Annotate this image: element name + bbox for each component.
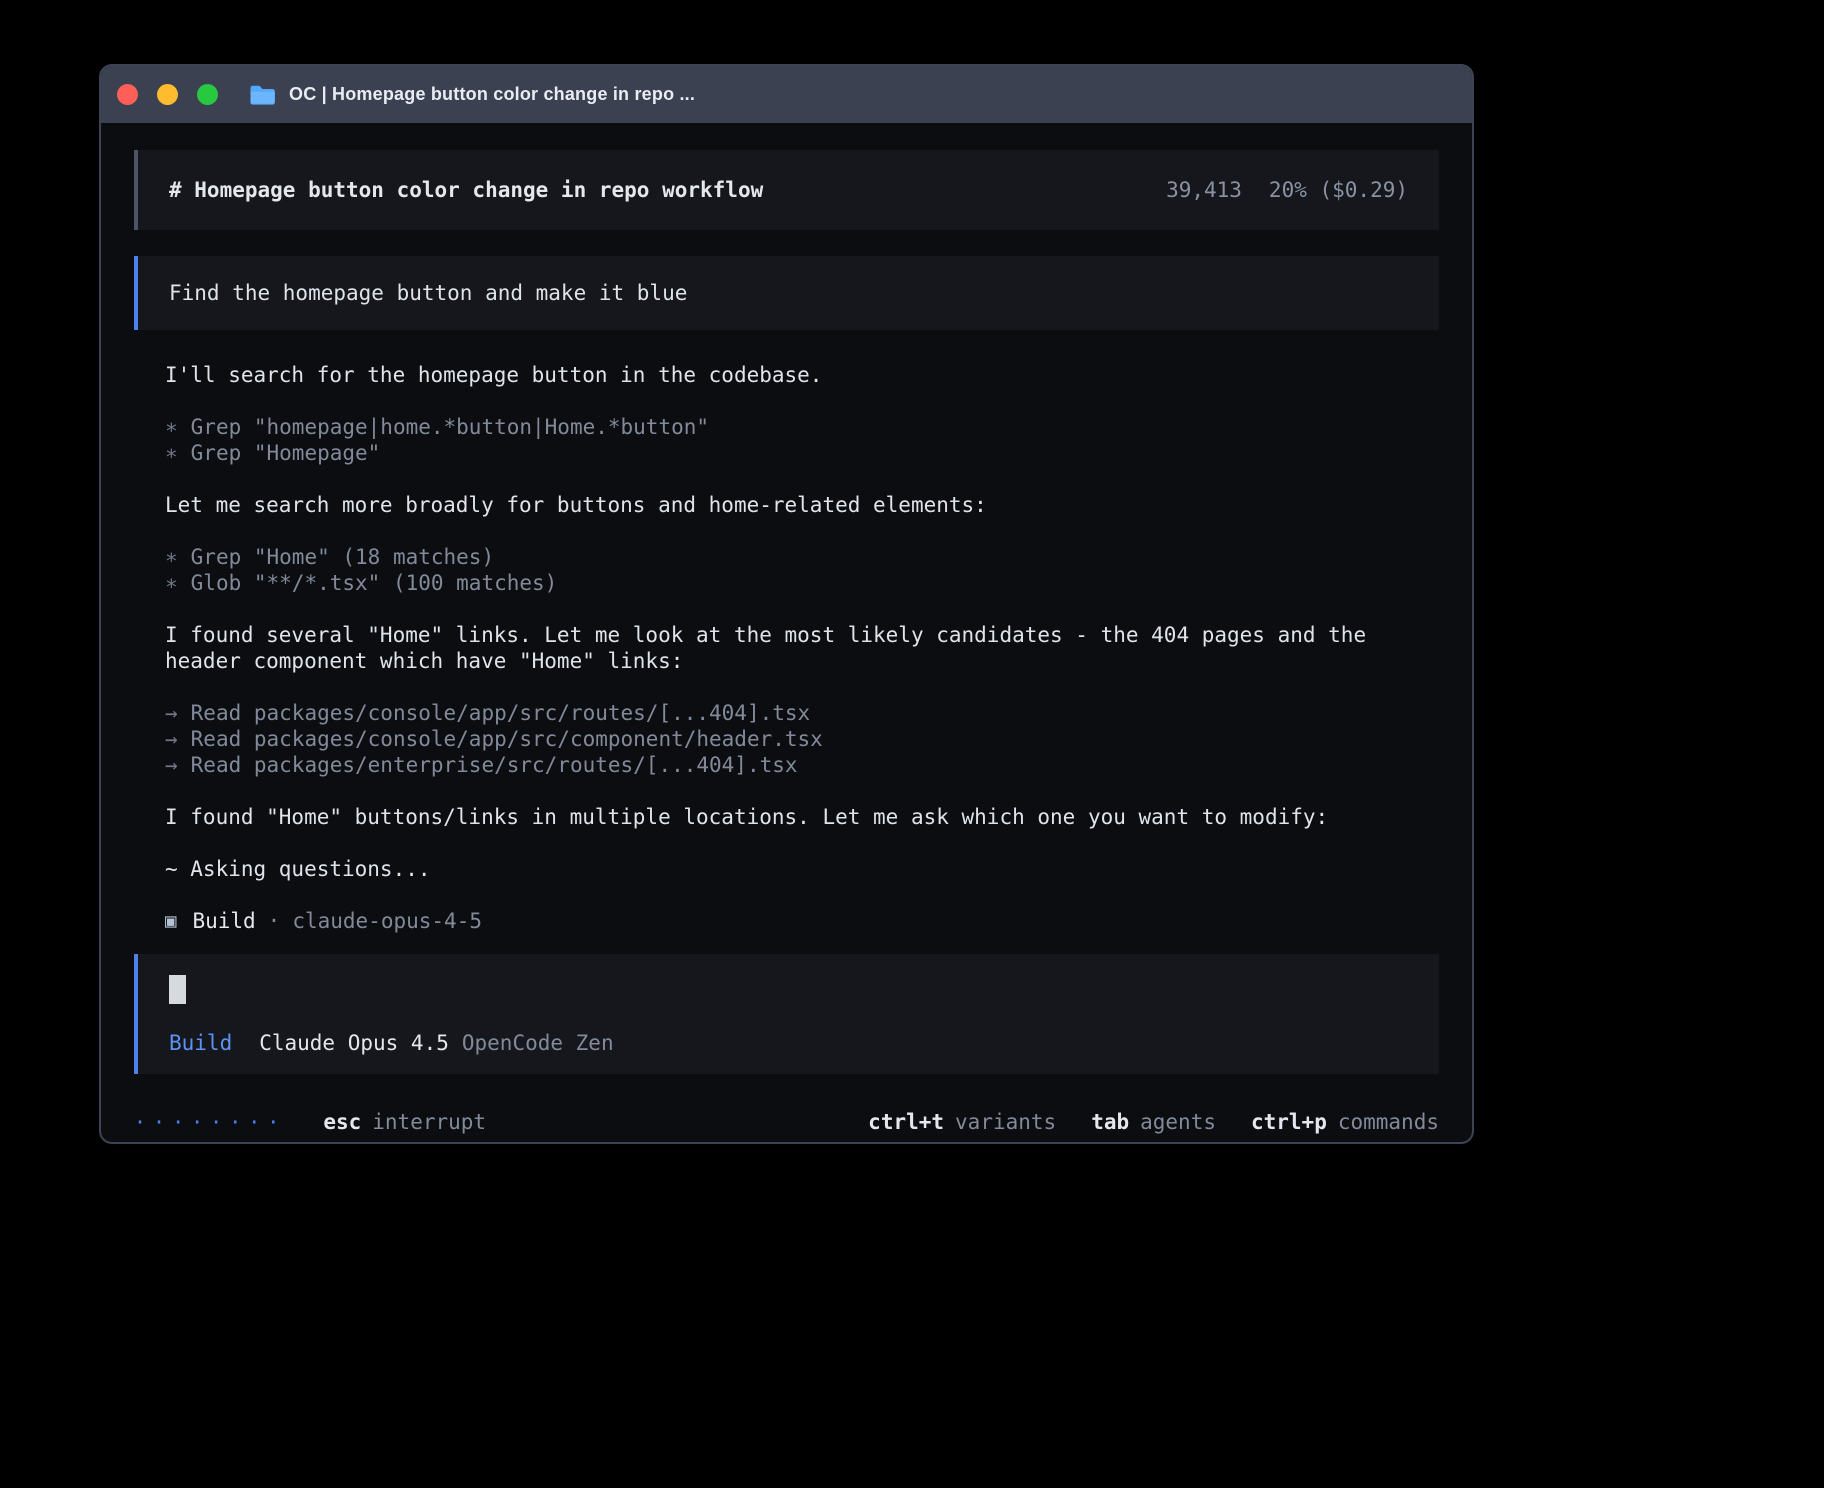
dot-separator: · xyxy=(268,908,281,934)
assistant-text: I'll search for the homepage button in t… xyxy=(165,362,1408,388)
provider-label: OpenCode Zen xyxy=(462,1031,614,1055)
zoom-button[interactable] xyxy=(197,84,218,105)
hint-label-interrupt: interrupt xyxy=(372,1110,486,1134)
user-message-text: Find the homepage button and make it blu… xyxy=(169,281,687,305)
context-usage: 20% ($0.29) xyxy=(1269,178,1408,202)
text-cursor xyxy=(169,975,186,1004)
tool-call-read: → Read packages/console/app/src/routes/[.… xyxy=(165,700,1408,726)
terminal-window: OC | Homepage button color change in rep… xyxy=(99,64,1474,1144)
tool-asterisk-icon: ∗ xyxy=(165,571,178,595)
tool-call-grep: ∗ Grep "Home" (18 matches) xyxy=(165,544,1408,570)
input-status-row: Build Claude Opus 4.5 OpenCode Zen xyxy=(169,1031,1408,1055)
terminal-content: # Homepage button color change in repo w… xyxy=(101,123,1472,1144)
assistant-text: Let me search more broadly for buttons a… xyxy=(165,492,1408,518)
title-bar[interactable]: OC | Homepage button color change in rep… xyxy=(101,66,1472,123)
tool-call-text: Read packages/console/app/src/routes/[..… xyxy=(191,701,811,725)
hint-label-commands: commands xyxy=(1338,1110,1439,1134)
hint-label-variants: variants xyxy=(955,1110,1056,1134)
session-stats: 39,413 20% ($0.29) xyxy=(1166,178,1408,202)
user-message: Find the homepage button and make it blu… xyxy=(134,256,1439,330)
agent-model: claude-opus-4-5 xyxy=(292,908,482,934)
asking-questions-status: ~ Asking questions... xyxy=(165,856,1408,882)
tool-call-text: Read packages/console/app/src/component/… xyxy=(191,727,823,751)
hint-variants: ctrl+t variants xyxy=(868,1110,1056,1134)
status-bar-left: ········ esc interrupt xyxy=(134,1110,486,1134)
tool-asterisk-icon: ∗ xyxy=(165,415,178,439)
conversation: I'll search for the homepage button in t… xyxy=(134,362,1439,934)
tool-call-text: Grep "Homepage" xyxy=(191,441,381,465)
hint-key-ctrl-t: ctrl+t xyxy=(868,1110,944,1134)
tool-asterisk-icon: ∗ xyxy=(165,545,178,569)
close-button[interactable] xyxy=(117,84,138,105)
tool-call-text: Glob "**/*.tsx" (100 matches) xyxy=(191,571,558,595)
traffic-lights xyxy=(117,84,218,105)
hint-agents: tab agents xyxy=(1091,1110,1216,1134)
hint-key-ctrl-p: ctrl+p xyxy=(1251,1110,1327,1134)
tool-call-read: → Read packages/console/app/src/component… xyxy=(165,726,1408,752)
status-bar-right: ctrl+t variants tab agents ctrl+p commands xyxy=(868,1110,1439,1134)
tool-call-group: ∗ Grep "homepage|home.*button|Home.*butto… xyxy=(165,414,1408,466)
assistant-text: I found several "Home" links. Let me loo… xyxy=(165,622,1408,674)
desktop-background: { "window": { "title": "OC | Homepage bu… xyxy=(0,0,1824,1488)
tool-call-text: Grep "Home" (18 matches) xyxy=(191,545,494,569)
hint-key-tab: tab xyxy=(1091,1110,1129,1134)
progress-dots: ········ xyxy=(134,1110,286,1134)
tool-call-grep: ∗ Grep "homepage|home.*button|Home.*butto… xyxy=(165,414,1408,440)
session-header: # Homepage button color change in repo w… xyxy=(134,150,1439,230)
hint-label-agents: agents xyxy=(1140,1110,1216,1134)
model-label[interactable]: Claude Opus 4.5 xyxy=(259,1031,449,1055)
prompt-input[interactable]: Build Claude Opus 4.5 OpenCode Zen xyxy=(134,954,1439,1074)
tool-call-group: ∗ Grep "Home" (18 matches) ∗ Glob "**/*.ts… xyxy=(165,544,1408,596)
arrow-right-icon: → xyxy=(165,727,178,751)
tool-call-text: Grep "homepage|home.*button|Home.*button… xyxy=(191,415,709,439)
hint-key-esc: esc xyxy=(323,1110,361,1134)
session-title: # Homepage button color change in repo w… xyxy=(169,178,763,202)
token-count: 39,413 xyxy=(1166,178,1242,202)
hint-commands: ctrl+p commands xyxy=(1251,1110,1439,1134)
status-bar: ········ esc interrupt ctrl+t variants tab… xyxy=(134,1098,1439,1144)
agent-mode-label[interactable]: Build xyxy=(169,1031,232,1055)
window-title-group: OC | Homepage button color change in rep… xyxy=(249,84,695,105)
window-title: OC | Homepage button color change in rep… xyxy=(289,84,695,105)
arrow-right-icon: → xyxy=(165,701,178,725)
folder-icon xyxy=(249,84,276,105)
tool-call-glob: ∗ Glob "**/*.tsx" (100 matches) xyxy=(165,570,1408,596)
agent-build-icon: ▣ xyxy=(165,908,176,934)
tool-call-grep: ∗ Grep "Homepage" xyxy=(165,440,1408,466)
agent-name: Build xyxy=(192,908,255,934)
tool-asterisk-icon: ∗ xyxy=(165,441,178,465)
agent-status-line: ▣ Build · claude-opus-4-5 xyxy=(165,908,1408,934)
assistant-text: I found "Home" buttons/links in multiple… xyxy=(165,804,1408,830)
hint-interrupt: esc interrupt xyxy=(323,1110,486,1134)
tool-call-text: Read packages/enterprise/src/routes/[...… xyxy=(191,753,798,777)
tool-call-read: → Read packages/enterprise/src/routes/[..… xyxy=(165,752,1408,778)
arrow-right-icon: → xyxy=(165,753,178,777)
tool-call-group: → Read packages/console/app/src/routes/[.… xyxy=(165,700,1408,778)
minimize-button[interactable] xyxy=(157,84,178,105)
